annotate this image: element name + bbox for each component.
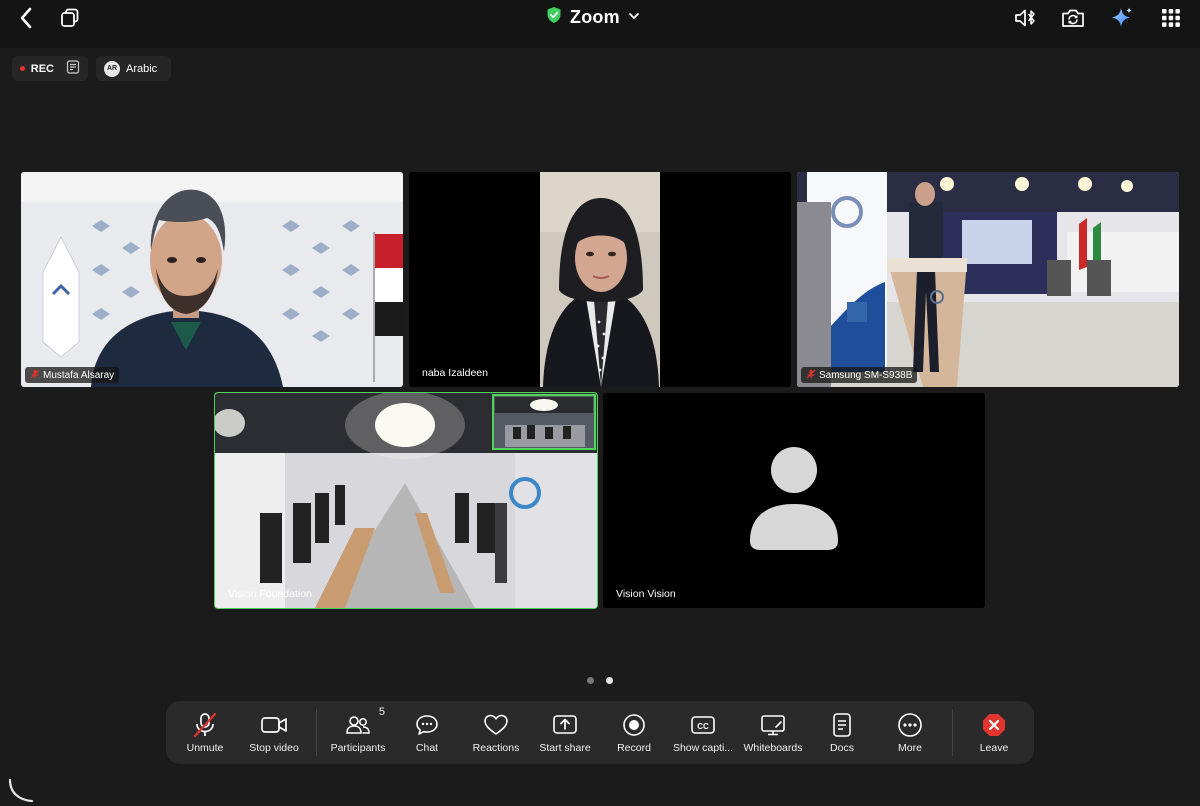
docs-label: Docs <box>830 742 854 754</box>
meeting-title-dropdown[interactable]: Zoom <box>546 2 640 32</box>
participant-name: Vision Vision <box>616 588 676 600</box>
video-tile-3[interactable]: Samsung SM-S938B <box>797 172 1179 387</box>
top-bar: Zoom <box>0 0 1200 48</box>
shield-check-icon <box>546 6 562 29</box>
more-button[interactable]: More <box>890 701 930 764</box>
record-button[interactable]: Record <box>612 701 656 764</box>
muted-mic-icon <box>192 710 218 740</box>
page-dot-1[interactable] <box>587 677 594 684</box>
chevron-down-icon <box>628 8 640 26</box>
record-label: Record <box>617 742 651 754</box>
more-ellipsis-icon <box>897 710 923 740</box>
video-tile-1[interactable]: Mustafa Alsaray <box>21 172 403 387</box>
start-share-button[interactable]: Start share <box>536 701 594 764</box>
transcript-icon <box>66 60 80 77</box>
video-tile-5[interactable]: Vision Vision <box>603 393 985 608</box>
chat-bubble-icon <box>415 710 439 740</box>
toolbar-divider <box>316 709 317 756</box>
participant-name: Mustafa Alsaray <box>43 369 115 381</box>
participant-name-tag: Vision Vision <box>611 586 681 602</box>
back-chevron-icon[interactable] <box>10 4 42 32</box>
unmute-label: Unmute <box>186 742 224 754</box>
participant-name: Samsung SM-S938B <box>819 369 913 381</box>
muted-mic-icon <box>30 369 40 382</box>
interpretation-language-pill[interactable]: AR Arabic <box>96 56 171 81</box>
ai-sparkle-icon[interactable] <box>1106 4 1138 32</box>
participant-name: Vision Foundation <box>228 588 312 600</box>
whiteboards-label: Whiteboards <box>743 742 803 754</box>
grid-menu-icon[interactable] <box>1155 4 1187 32</box>
more-label: More <box>898 742 922 754</box>
unmute-button[interactable]: Unmute <box>178 701 232 764</box>
heart-icon <box>483 710 509 740</box>
toolbar-divider <box>952 709 953 756</box>
show-captions-button[interactable]: CC Show capti... <box>670 701 736 764</box>
reactions-button[interactable]: Reactions <box>468 701 524 764</box>
language-label: Arabic <box>126 62 158 75</box>
stop-video-button[interactable]: Stop video <box>244 701 304 764</box>
participants-label: Participants <box>330 742 386 754</box>
whiteboard-icon <box>759 710 787 740</box>
reactions-label: Reactions <box>472 742 520 754</box>
pip-window-icon[interactable] <box>54 4 86 32</box>
participant-name: naba Izaldeen <box>422 367 488 379</box>
chat-button[interactable]: Chat <box>406 701 448 764</box>
language-badge: AR <box>104 60 120 77</box>
svg-text:CC: CC <box>697 722 709 731</box>
participant-name-tag: Mustafa Alsaray <box>25 367 120 383</box>
avatar-placeholder-icon <box>750 447 838 550</box>
participant-name-tag: Samsung SM-S938B <box>801 367 918 383</box>
leave-button[interactable]: Leave <box>974 701 1014 764</box>
muted-mic-icon <box>806 369 816 382</box>
rec-dot-icon <box>20 66 25 71</box>
speaker-bluetooth-icon[interactable] <box>1009 4 1041 32</box>
participants-icon: 5 <box>345 706 385 740</box>
participant-video <box>409 172 791 387</box>
stop-video-label: Stop video <box>249 742 299 754</box>
video-tile-4-active-speaker[interactable]: Vision Foundation <box>214 392 598 609</box>
page-dot-2-current[interactable] <box>606 677 613 684</box>
participant-video <box>215 393 597 608</box>
rec-label: REC <box>30 62 54 75</box>
closed-captions-icon: CC <box>690 710 716 740</box>
start-share-label: Start share <box>539 742 591 754</box>
leave-label: Leave <box>979 742 1009 754</box>
docs-button[interactable]: Docs <box>822 701 862 764</box>
camera-flip-icon[interactable] <box>1057 4 1089 32</box>
recording-indicator[interactable]: REC <box>12 56 88 81</box>
participants-button[interactable]: 5 Participants <box>326 701 390 764</box>
participant-name-tag: Vision Foundation <box>223 586 317 602</box>
participant-video <box>21 172 403 387</box>
leave-icon <box>981 710 1007 740</box>
participants-count: 5 <box>378 706 385 718</box>
participant-name-tag: naba Izaldeen <box>417 365 493 381</box>
show-captions-label: Show capti... <box>672 742 734 754</box>
record-icon <box>622 710 646 740</box>
chat-label: Chat <box>415 742 439 754</box>
whiteboards-button[interactable]: Whiteboards <box>740 701 806 764</box>
corner-gesture-indicator <box>8 778 34 803</box>
participant-video <box>797 172 1179 387</box>
meeting-controls-toolbar: Unmute Stop video 5 Participants Chat Re… <box>166 701 1034 764</box>
meeting-title: Zoom <box>570 6 620 27</box>
document-icon <box>831 710 853 740</box>
video-tile-2[interactable]: naba Izaldeen <box>409 172 791 387</box>
video-camera-icon <box>260 710 288 740</box>
share-screen-icon <box>552 710 578 740</box>
